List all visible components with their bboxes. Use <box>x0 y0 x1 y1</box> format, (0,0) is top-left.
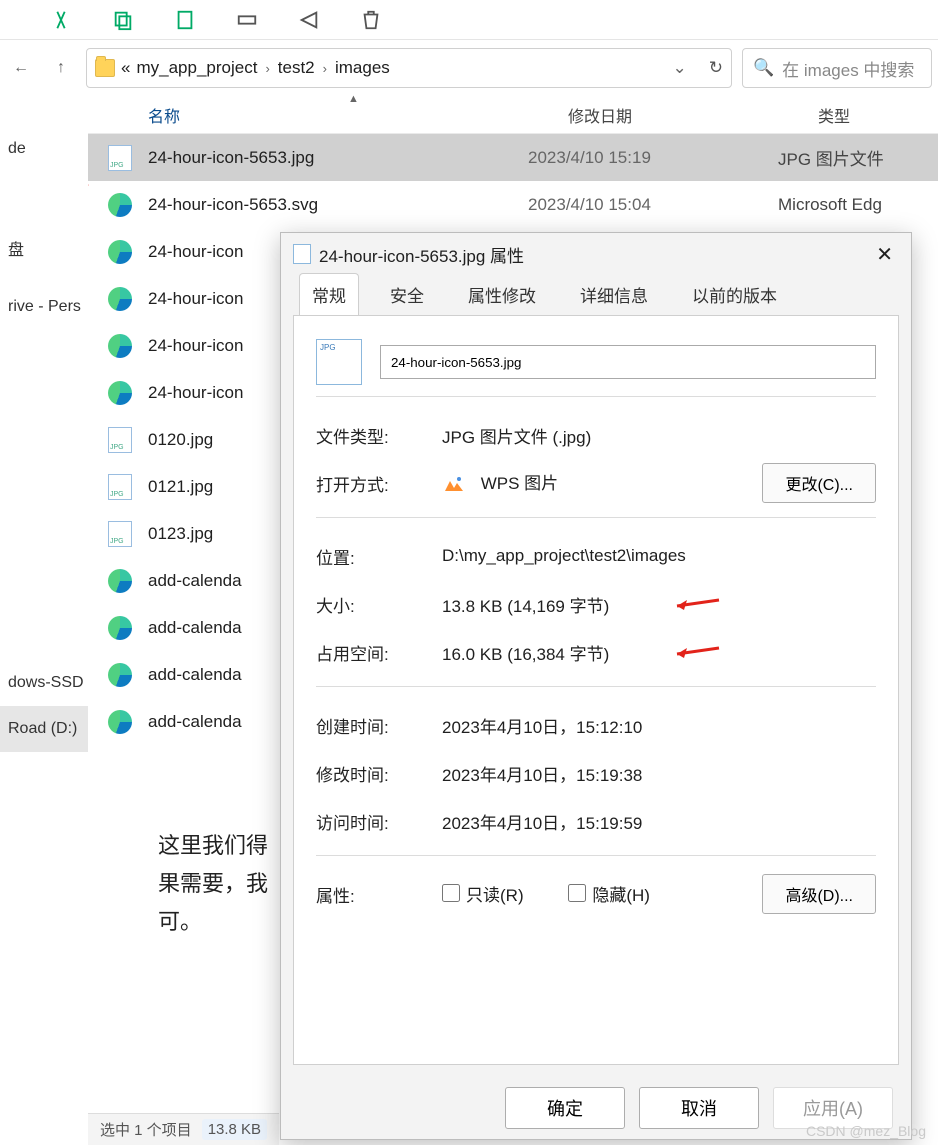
breadcrumb[interactable]: « my_app_project › test2 › images ⌄ ↻ <box>86 48 732 88</box>
filename-input[interactable] <box>380 345 876 379</box>
chevron-down-icon[interactable]: ⌄ <box>673 58 687 78</box>
header-date[interactable]: 修改日期 <box>568 103 818 127</box>
label-size-on-disk: 占用空间: <box>316 640 442 665</box>
sidebar-item[interactable]: rive - Pers <box>0 284 88 330</box>
advanced-button[interactable]: 高级(D)... <box>762 874 876 914</box>
file-row[interactable]: 24-hour-icon-5653.svg2023/4/10 15:04Micr… <box>88 181 938 228</box>
status-size: 13.8 KB <box>202 1119 267 1140</box>
copy-icon[interactable] <box>112 9 134 31</box>
cut-icon[interactable] <box>50 9 72 31</box>
close-button[interactable]: ✕ <box>866 238 903 271</box>
dialog-titlebar: 24-hour-icon-5653.jpg 属性 ✕ <box>281 233 911 275</box>
rename-icon[interactable] <box>236 9 258 31</box>
label-openwith: 打开方式: <box>316 471 442 496</box>
cancel-button[interactable]: 取消 <box>639 1087 759 1129</box>
ok-button[interactable]: 确定 <box>505 1087 625 1129</box>
tab-details[interactable]: 详细信息 <box>567 273 661 315</box>
breadcrumb-seg[interactable]: images <box>335 58 390 78</box>
sort-asc-icon: ▲ <box>348 93 359 105</box>
value-filetype: JPG 图片文件 (.jpg) <box>442 423 876 448</box>
wps-picture-icon <box>442 473 466 497</box>
file-date: 2023/4/10 15:04 <box>528 195 778 215</box>
file-name: 24-hour-icon-5653.jpg <box>148 148 528 168</box>
value-modified: 2023年4月10日，15:19:38 <box>442 761 876 786</box>
explorer-toolbar <box>0 0 938 40</box>
file-thumbnail-icon <box>316 339 362 385</box>
edge-file-icon <box>106 614 134 642</box>
label-filetype: 文件类型: <box>316 423 442 448</box>
share-icon[interactable] <box>298 9 320 31</box>
chevron-right-icon: › <box>265 61 269 76</box>
sidebar-item[interactable]: de <box>0 126 88 172</box>
tab-modify[interactable]: 属性修改 <box>455 273 549 315</box>
label-attributes: 属性: <box>316 882 442 907</box>
properties-dialog: 24-hour-icon-5653.jpg 属性 ✕ 常规 安全 属性修改 详细… <box>280 232 912 1140</box>
edge-file-icon <box>106 567 134 595</box>
search-icon: 🔍 <box>753 58 774 78</box>
address-row: ← ↑ « my_app_project › test2 › images ⌄ … <box>0 40 938 96</box>
edge-file-icon <box>106 238 134 266</box>
breadcrumb-seg[interactable]: test2 <box>278 58 315 78</box>
nav-up-icon[interactable]: ↑ <box>46 53 76 83</box>
delete-icon[interactable] <box>360 9 382 31</box>
header-name[interactable]: ▲名称 <box>148 103 568 127</box>
tab-general[interactable]: 常规 <box>299 273 359 315</box>
file-date: 2023/4/10 15:19 <box>528 148 778 168</box>
label-size: 大小: <box>316 592 442 617</box>
search-placeholder: 在 images 中搜索 <box>782 56 914 81</box>
edge-file-icon <box>106 708 134 736</box>
file-row[interactable]: 24-hour-icon-5653.jpg2023/4/10 15:19JPG … <box>88 134 938 181</box>
jpg-file-icon <box>106 426 134 454</box>
value-accessed: 2023年4月10日，15:19:59 <box>442 809 876 834</box>
chevron-right-icon: › <box>323 61 327 76</box>
status-selected: 选中 1 个项目 <box>100 1119 192 1140</box>
tab-security[interactable]: 安全 <box>377 273 437 315</box>
dialog-title: 24-hour-icon-5653.jpg 属性 <box>319 242 524 267</box>
checkbox-readonly[interactable]: 只读(R) <box>442 881 524 906</box>
watermark: CSDN @mez_Blog <box>806 1123 926 1139</box>
file-type: JPG 图片文件 <box>778 145 884 170</box>
search-input[interactable]: 🔍 在 images 中搜索 <box>742 48 932 88</box>
edge-file-icon <box>106 661 134 689</box>
label-accessed: 访问时间: <box>316 809 442 834</box>
value-openwith: WPS 图片 <box>442 469 762 497</box>
edge-file-icon <box>106 332 134 360</box>
file-name: 24-hour-icon-5653.svg <box>148 195 528 215</box>
folder-icon <box>95 59 115 77</box>
tab-previous[interactable]: 以前的版本 <box>679 273 790 315</box>
column-headers: ▲名称 修改日期 类型 <box>88 96 938 134</box>
jpg-file-icon <box>106 473 134 501</box>
sidebar-item[interactable]: 盘 <box>0 222 88 274</box>
value-size-on-disk: 16.0 KB (16,384 字节) <box>442 640 876 665</box>
paste-icon[interactable] <box>174 9 196 31</box>
label-modified: 修改时间: <box>316 761 442 786</box>
label-location: 位置: <box>316 544 442 569</box>
dialog-body: 文件类型: JPG 图片文件 (.jpg) 打开方式: WPS 图片 更改(C)… <box>293 315 899 1065</box>
sidebar-item-current-drive[interactable]: Road (D:) <box>0 706 88 752</box>
background-paragraph: 这里我们得 果需要，我 可。 <box>158 827 268 941</box>
file-type: Microsoft Edg <box>778 195 882 215</box>
header-type[interactable]: 类型 <box>818 103 938 127</box>
breadcrumb-ellipsis: « <box>121 58 130 78</box>
value-location: D:\my_app_project\test2\images <box>442 546 876 566</box>
dialog-tabs: 常规 安全 属性修改 详细信息 以前的版本 <box>281 275 911 315</box>
breadcrumb-seg[interactable]: my_app_project <box>136 58 257 78</box>
edge-file-icon <box>106 285 134 313</box>
nav-back-icon[interactable]: ← <box>6 53 36 83</box>
value-created: 2023年4月10日，15:12:10 <box>442 713 876 738</box>
sidebar-item[interactable]: dows-SSD <box>0 660 88 706</box>
label-created: 创建时间: <box>316 713 442 738</box>
change-openwith-button[interactable]: 更改(C)... <box>762 463 876 503</box>
jpg-file-icon <box>106 520 134 548</box>
sidebar: de 盘 rive - Pers dows-SSD Road (D:) <box>0 96 88 1145</box>
value-size: 13.8 KB (14,169 字节) <box>442 592 876 617</box>
edge-file-icon <box>106 379 134 407</box>
jpg-file-icon <box>106 144 134 172</box>
checkbox-hidden[interactable]: 隐藏(H) <box>568 881 650 906</box>
edge-file-icon <box>106 191 134 219</box>
refresh-icon[interactable]: ↻ <box>709 58 723 78</box>
status-bar: 选中 1 个项目 13.8 KB <box>88 1113 279 1145</box>
jpg-file-icon <box>293 244 311 264</box>
